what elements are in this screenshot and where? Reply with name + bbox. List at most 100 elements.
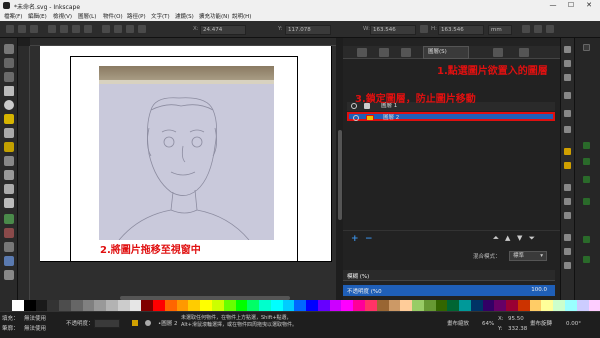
- bucket-tool-icon[interactable]: [4, 242, 14, 252]
- raise-icon[interactable]: [114, 25, 122, 33]
- 3d-box-tool-icon[interactable]: [4, 128, 14, 138]
- palette-swatch[interactable]: [517, 300, 530, 311]
- spiral-tool-icon[interactable]: [4, 142, 14, 152]
- palette-swatch[interactable]: [412, 300, 424, 311]
- copy-icon[interactable]: [564, 184, 571, 191]
- star-tool-icon[interactable]: [4, 114, 14, 124]
- tab-fill-stroke-icon[interactable]: [357, 48, 367, 57]
- print-icon[interactable]: [564, 92, 571, 99]
- open-icon[interactable]: [564, 60, 571, 67]
- snap-nodes-icon[interactable]: [583, 176, 590, 183]
- menu-object[interactable]: 物件(O): [103, 12, 123, 20]
- palette-swatch[interactable]: [176, 300, 189, 311]
- gradient-tool-icon[interactable]: [4, 256, 14, 266]
- raise-to-top-icon[interactable]: [102, 25, 110, 33]
- vertical-scrollbar[interactable]: [338, 130, 342, 220]
- layer-row-2[interactable]: 圖層 2: [347, 112, 555, 121]
- menu-edit[interactable]: 編輯(E): [28, 12, 47, 20]
- select-all-icon[interactable]: [6, 25, 14, 33]
- palette-swatch[interactable]: [529, 300, 542, 311]
- import-icon[interactable]: [564, 110, 571, 117]
- palette-swatch[interactable]: [59, 300, 71, 311]
- palette-swatch[interactable]: [353, 300, 365, 311]
- palette-swatch[interactable]: [553, 300, 565, 311]
- new-doc-icon[interactable]: [564, 46, 571, 53]
- text-tool-icon[interactable]: [4, 198, 14, 208]
- add-layer-button[interactable]: +: [351, 234, 359, 244]
- eraser-tool-icon[interactable]: [4, 228, 14, 238]
- palette-swatch[interactable]: [270, 300, 283, 311]
- palette-swatch[interactable]: [400, 300, 413, 311]
- zoom-page-icon[interactable]: [564, 262, 571, 269]
- minimize-button[interactable]: —: [546, 1, 560, 10]
- imported-sketch-image[interactable]: [99, 66, 274, 240]
- palette-swatch[interactable]: [376, 300, 389, 311]
- palette-swatch[interactable]: [153, 300, 165, 311]
- flip-horizontal-icon[interactable]: [72, 25, 80, 33]
- lower-to-bottom-icon[interactable]: [138, 25, 146, 33]
- tab-text-icon[interactable]: [519, 48, 529, 57]
- layer-eye-icon[interactable]: [145, 320, 151, 326]
- remove-layer-button[interactable]: −: [365, 234, 373, 244]
- palette-swatch[interactable]: [82, 300, 95, 311]
- h-field[interactable]: 163.546: [438, 25, 484, 35]
- flip-vertical-icon[interactable]: [84, 25, 92, 33]
- palette-swatch[interactable]: [212, 300, 224, 311]
- snap-grid-icon[interactable]: [583, 256, 590, 263]
- ellipse-tool-icon[interactable]: [4, 100, 14, 110]
- palette-swatch[interactable]: [564, 300, 577, 311]
- paste-icon[interactable]: [564, 212, 571, 219]
- palette-swatch[interactable]: [223, 300, 236, 311]
- scale-stroke-icon[interactable]: [522, 25, 530, 33]
- scale-corners-icon[interactable]: [534, 25, 542, 33]
- palette-swatch[interactable]: [388, 300, 401, 311]
- rotate-cw-icon[interactable]: [60, 25, 68, 33]
- rotate-ccw-icon[interactable]: [48, 25, 56, 33]
- palette-swatch[interactable]: [541, 300, 554, 311]
- palette-swatch[interactable]: [47, 300, 60, 311]
- redo-icon[interactable]: [564, 162, 571, 169]
- rotate-value[interactable]: 0.00°: [566, 320, 581, 328]
- selector-tool-icon[interactable]: [4, 44, 14, 54]
- layer-lock-icon[interactable]: [132, 320, 138, 326]
- layer-to-top-button[interactable]: ⏶: [493, 234, 499, 243]
- deselect-icon[interactable]: [30, 25, 38, 33]
- palette-swatch[interactable]: [259, 300, 271, 311]
- export-icon[interactable]: [564, 126, 571, 133]
- cut-icon[interactable]: [564, 198, 571, 205]
- palette-swatch[interactable]: [235, 300, 248, 311]
- spray-tool-icon[interactable]: [4, 214, 14, 224]
- palette-swatch[interactable]: [282, 300, 295, 311]
- opacity-slider[interactable]: 不透明度 (%0 100.0: [343, 285, 555, 296]
- palette-swatch[interactable]: [459, 300, 471, 311]
- palette-swatch[interactable]: [329, 300, 342, 311]
- layer-up-button[interactable]: ▲: [505, 234, 510, 242]
- layer-to-bottom-button[interactable]: ⏷: [529, 234, 535, 243]
- palette-swatch[interactable]: [164, 300, 177, 311]
- select-all-layers-icon[interactable]: [18, 25, 26, 33]
- palette-swatch[interactable]: [317, 300, 330, 311]
- menu-help[interactable]: 說明(H): [232, 12, 251, 20]
- palette-swatch[interactable]: [494, 300, 507, 311]
- zoom-value[interactable]: 64%: [482, 320, 494, 328]
- palette-swatch[interactable]: [294, 300, 307, 311]
- zoom-selection-icon[interactable]: [564, 234, 571, 241]
- unit-select[interactable]: mm: [488, 25, 512, 35]
- palette-swatch[interactable]: [141, 300, 154, 311]
- y-field[interactable]: 117.078: [285, 25, 331, 35]
- blend-mode-select[interactable]: 標準 ▾: [509, 251, 547, 261]
- palette-swatch[interactable]: [435, 300, 448, 311]
- pencil-tool-icon[interactable]: [4, 156, 14, 166]
- snap-page-icon[interactable]: [583, 236, 590, 243]
- palette-swatch[interactable]: [188, 300, 201, 311]
- palette-swatch[interactable]: [447, 300, 460, 311]
- palette-swatch[interactable]: [306, 300, 318, 311]
- menu-text[interactable]: 文字(T): [151, 12, 170, 20]
- tab-layers[interactable]: 圖層(S): [423, 46, 469, 59]
- current-layer-select[interactable]: •圖層 2: [158, 320, 178, 328]
- save-icon[interactable]: [564, 74, 571, 81]
- palette-swatch[interactable]: [423, 300, 436, 311]
- w-field[interactable]: 163.546: [370, 25, 416, 35]
- palette-swatch[interactable]: [70, 300, 83, 311]
- snap-paths-icon[interactable]: [583, 198, 590, 205]
